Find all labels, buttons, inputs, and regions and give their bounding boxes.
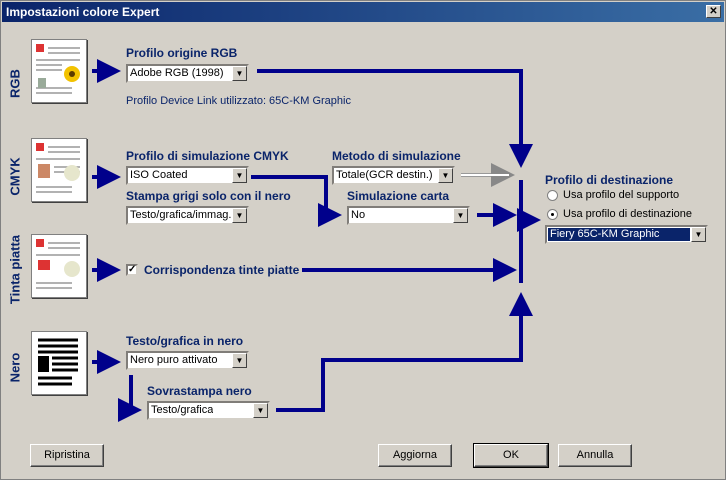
cmyk-sim-value: ISO Coated (130, 169, 188, 181)
paper-sim-select[interactable]: No ▼ (347, 206, 470, 225)
arrow-black-out (276, 292, 533, 412)
use-dest-profile-radio[interactable] (547, 209, 558, 220)
dest-profile-label: Profilo di destinazione (545, 173, 674, 187)
sim-method-label: Metodo di simulazione (332, 149, 461, 163)
cmyk-sim-label: Profilo di simulazione CMYK (126, 149, 289, 163)
arrow-cmyk-method (251, 175, 328, 184)
chevron-down-icon[interactable]: ▼ (232, 353, 247, 368)
gray-black-select[interactable]: Testo/grafica/immag. ▼ (126, 206, 249, 225)
arrow-black-overprint (118, 375, 142, 422)
gray-black-label: Stampa grigi solo con il nero (126, 189, 291, 203)
paper-sim-value: No (351, 209, 366, 221)
overprint-label: Sovrastampa nero (147, 384, 252, 398)
chevron-down-icon[interactable]: ▼ (232, 66, 247, 81)
devicelink-note: Profilo Device Link utilizzato: 65C-KM G… (126, 95, 351, 107)
section-label-cmyk: CMYK (7, 157, 23, 196)
gray-black-value: Testo/grafica/immag. (130, 209, 232, 221)
reset-button[interactable]: Ripristina (30, 444, 104, 467)
arrow-cmyk-paper (318, 184, 342, 227)
overprint-value: Testo/grafica (151, 404, 214, 416)
chevron-down-icon[interactable]: ▼ (232, 168, 247, 183)
spot-document-icon (31, 234, 87, 298)
chevron-down-icon[interactable]: ▼ (691, 227, 706, 242)
cmyk-sim-select[interactable]: ISO Coated ▼ (126, 166, 249, 185)
use-media-profile-radio[interactable] (547, 190, 558, 201)
paper-sim-label: Simulazione carta (347, 189, 450, 203)
sim-method-value: Totale(GCR destin.) (336, 169, 433, 181)
spot-match-label: Corrispondenza tinte piatte (144, 263, 300, 277)
black-text-select[interactable]: Nero puro attivato ▼ (126, 351, 249, 370)
rgb-profile-label: Profilo origine RGB (126, 46, 238, 60)
cancel-button[interactable]: Annulla (558, 444, 632, 467)
dest-profile-value: Fiery 65C-KM Graphic (548, 228, 690, 241)
use-media-profile-label: Usa profilo del supporto (563, 189, 680, 201)
update-button[interactable]: Aggiorna (378, 444, 452, 467)
rgb-profile-select[interactable]: Adobe RGB (1998) ▼ (126, 64, 249, 83)
black-text-value: Nero puro attivato (130, 354, 218, 366)
section-label-spot: Tinta piatta (7, 234, 23, 305)
section-label-rgb: RGB (7, 69, 23, 98)
chevron-down-icon[interactable]: ▼ (253, 403, 268, 418)
dest-profile-select[interactable]: Fiery 65C-KM Graphic ▼ (545, 225, 708, 244)
chevron-down-icon[interactable]: ▼ (438, 168, 453, 183)
chevron-down-icon[interactable]: ▼ (453, 208, 468, 223)
sim-method-select[interactable]: Totale(GCR destin.) ▼ (332, 166, 455, 185)
section-label-black: Nero (7, 352, 23, 383)
overprint-select[interactable]: Testo/grafica ▼ (147, 401, 270, 420)
ok-button[interactable]: OK (473, 443, 549, 468)
rgb-document-icon (31, 39, 87, 103)
black-document-icon (31, 331, 87, 395)
spot-match-checkbox[interactable]: ✓ (126, 264, 138, 276)
black-text-label: Testo/grafica in nero (126, 334, 244, 348)
rgb-profile-value: Adobe RGB (1998) (130, 67, 224, 79)
use-dest-profile-label: Usa profilo di destinazione (563, 208, 693, 220)
cmyk-document-icon (31, 138, 87, 202)
chevron-down-icon[interactable]: ▼ (232, 208, 247, 223)
